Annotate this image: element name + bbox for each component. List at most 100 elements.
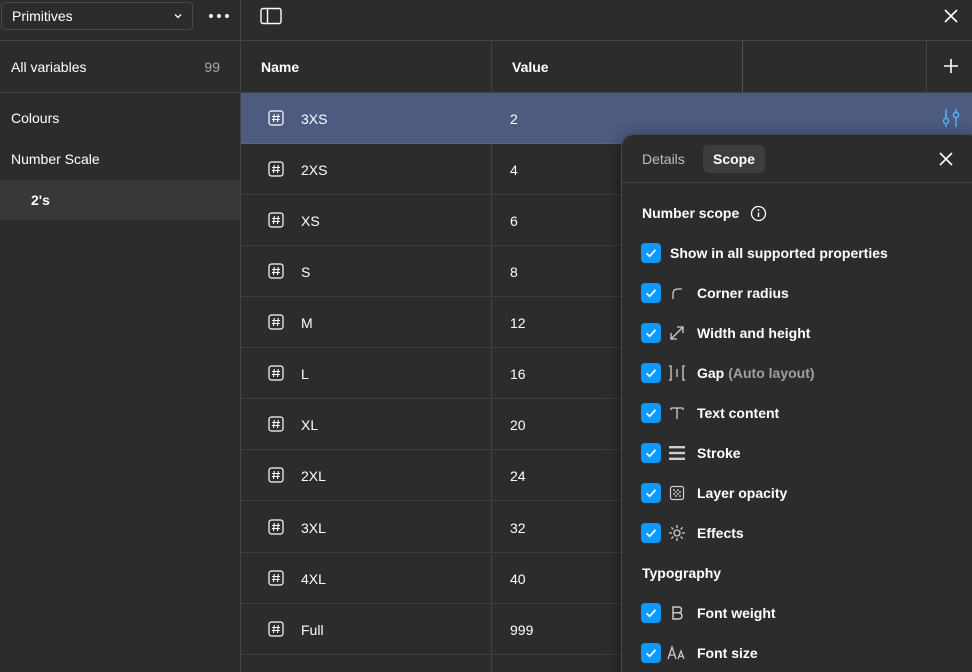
variable-value[interactable]: 999 — [510, 604, 533, 655]
option-label: Layer opacity — [697, 485, 788, 501]
variable-value[interactable]: 20 — [510, 399, 526, 450]
all-variables-item[interactable]: All variables 99 — [0, 42, 240, 92]
gap-icon — [667, 363, 687, 383]
number-variable-icon — [268, 416, 284, 432]
text-icon — [667, 403, 687, 423]
group-item-colours[interactable]: Colours — [0, 98, 240, 138]
checkbox[interactable] — [641, 243, 661, 263]
scope-option-font-size[interactable]: Font size — [641, 642, 971, 664]
font-weight-icon — [667, 603, 687, 623]
variable-value[interactable]: 12 — [510, 297, 526, 348]
scope-option-stroke[interactable]: Stroke — [641, 442, 971, 464]
number-scope-title: Number scope — [642, 205, 740, 221]
number-variable-icon — [268, 314, 284, 330]
opacity-icon — [667, 483, 687, 503]
variable-name[interactable]: 2XS — [301, 144, 327, 195]
divider — [0, 40, 241, 41]
variable-name[interactable]: 3XS — [301, 93, 327, 144]
group-item-2s[interactable]: 2's — [0, 180, 240, 220]
collection-name: Primitives — [12, 8, 73, 24]
close-icon[interactable] — [938, 151, 954, 167]
check-icon — [645, 369, 657, 378]
option-label: Show in all supported properties — [670, 245, 888, 261]
group-label: 2's — [31, 192, 50, 208]
scope-option-all[interactable]: Show in all supported properties — [641, 242, 971, 264]
checkbox[interactable] — [641, 643, 661, 663]
option-label: Stroke — [697, 445, 741, 461]
checkbox[interactable] — [641, 603, 661, 623]
table-header: Name Value — [241, 41, 972, 93]
variable-name[interactable]: M — [301, 297, 313, 348]
more-options-button[interactable] — [203, 6, 235, 26]
variable-value[interactable]: 6 — [510, 195, 518, 246]
resize-icon — [667, 323, 687, 343]
scope-popover: Details Scope Number scope Show in all s… — [621, 134, 972, 672]
collection-dropdown[interactable]: Primitives — [1, 2, 193, 30]
scope-option-layer-opacity[interactable]: Layer opacity — [641, 482, 971, 504]
typography-title: Typography — [642, 565, 722, 581]
scope-option-width-and-height[interactable]: Width and height — [641, 322, 971, 344]
option-label: Gap — [697, 365, 725, 381]
divider — [0, 92, 241, 93]
scope-option-gap[interactable]: Gap (Auto layout) — [641, 362, 971, 384]
variables-count: 99 — [204, 59, 220, 75]
variable-name[interactable]: 2XL — [301, 450, 326, 501]
check-icon — [645, 329, 657, 338]
checkbox[interactable] — [641, 323, 661, 343]
option-sublabel: (Auto layout) — [728, 365, 815, 381]
close-icon[interactable] — [942, 7, 960, 25]
font-size-icon — [667, 643, 687, 663]
number-variable-icon — [268, 519, 284, 535]
variable-name[interactable]: XL — [301, 399, 318, 450]
checkbox[interactable] — [641, 483, 661, 503]
number-variable-icon — [268, 212, 284, 228]
sidebar-toggle-icon[interactable] — [260, 7, 282, 25]
checkbox[interactable] — [641, 443, 661, 463]
edit-variable-icon[interactable] — [940, 107, 962, 129]
variable-value[interactable]: 24 — [510, 450, 526, 501]
variable-name[interactable]: L — [301, 348, 309, 399]
top-bar — [241, 0, 972, 41]
group-label: Colours — [11, 110, 60, 126]
check-icon — [645, 649, 657, 658]
check-icon — [645, 489, 657, 498]
column-header-name: Name — [261, 58, 300, 75]
variable-value[interactable]: 40 — [510, 553, 526, 604]
checkbox[interactable] — [641, 403, 661, 423]
tab-scope[interactable]: Scope — [703, 145, 766, 173]
checkbox[interactable] — [641, 523, 661, 543]
option-label: Corner radius — [697, 285, 789, 301]
group-item-number-scale[interactable]: Number Scale — [0, 139, 240, 179]
info-icon[interactable] — [750, 205, 767, 222]
corner-radius-icon — [667, 283, 687, 303]
scope-option-effects[interactable]: Effects — [641, 522, 971, 544]
option-label: Effects — [697, 525, 744, 541]
column-header-value: Value — [512, 58, 549, 75]
variable-name[interactable]: 3XL — [301, 502, 326, 553]
variable-value[interactable]: 16 — [510, 348, 526, 399]
check-icon — [645, 529, 657, 538]
check-icon — [645, 249, 657, 258]
tab-details[interactable]: Details — [632, 145, 695, 173]
variable-name[interactable]: 4XL — [301, 553, 326, 604]
add-mode-button[interactable] — [942, 57, 960, 75]
number-variable-icon — [268, 263, 284, 279]
scope-option-text-content[interactable]: Text content — [641, 402, 971, 424]
check-icon — [645, 409, 657, 418]
variable-name[interactable]: S — [301, 246, 310, 297]
option-label: Font weight — [697, 605, 776, 621]
checkbox[interactable] — [641, 363, 661, 383]
variable-value[interactable]: 32 — [510, 502, 526, 553]
option-label: Font size — [697, 645, 758, 661]
checkbox[interactable] — [641, 283, 661, 303]
variable-value[interactable]: 2 — [510, 93, 518, 144]
variable-value[interactable]: 4 — [510, 144, 518, 195]
scope-option-corner-radius[interactable]: Corner radius — [641, 282, 971, 304]
variable-value[interactable]: 8 — [510, 246, 518, 297]
number-variable-icon — [268, 365, 284, 381]
scope-option-font-weight[interactable]: Font weight — [641, 602, 971, 624]
all-variables-label: All variables — [11, 59, 87, 75]
variable-name[interactable]: XS — [301, 195, 320, 246]
variable-name[interactable]: Full — [301, 604, 324, 655]
number-variable-icon — [268, 161, 284, 177]
